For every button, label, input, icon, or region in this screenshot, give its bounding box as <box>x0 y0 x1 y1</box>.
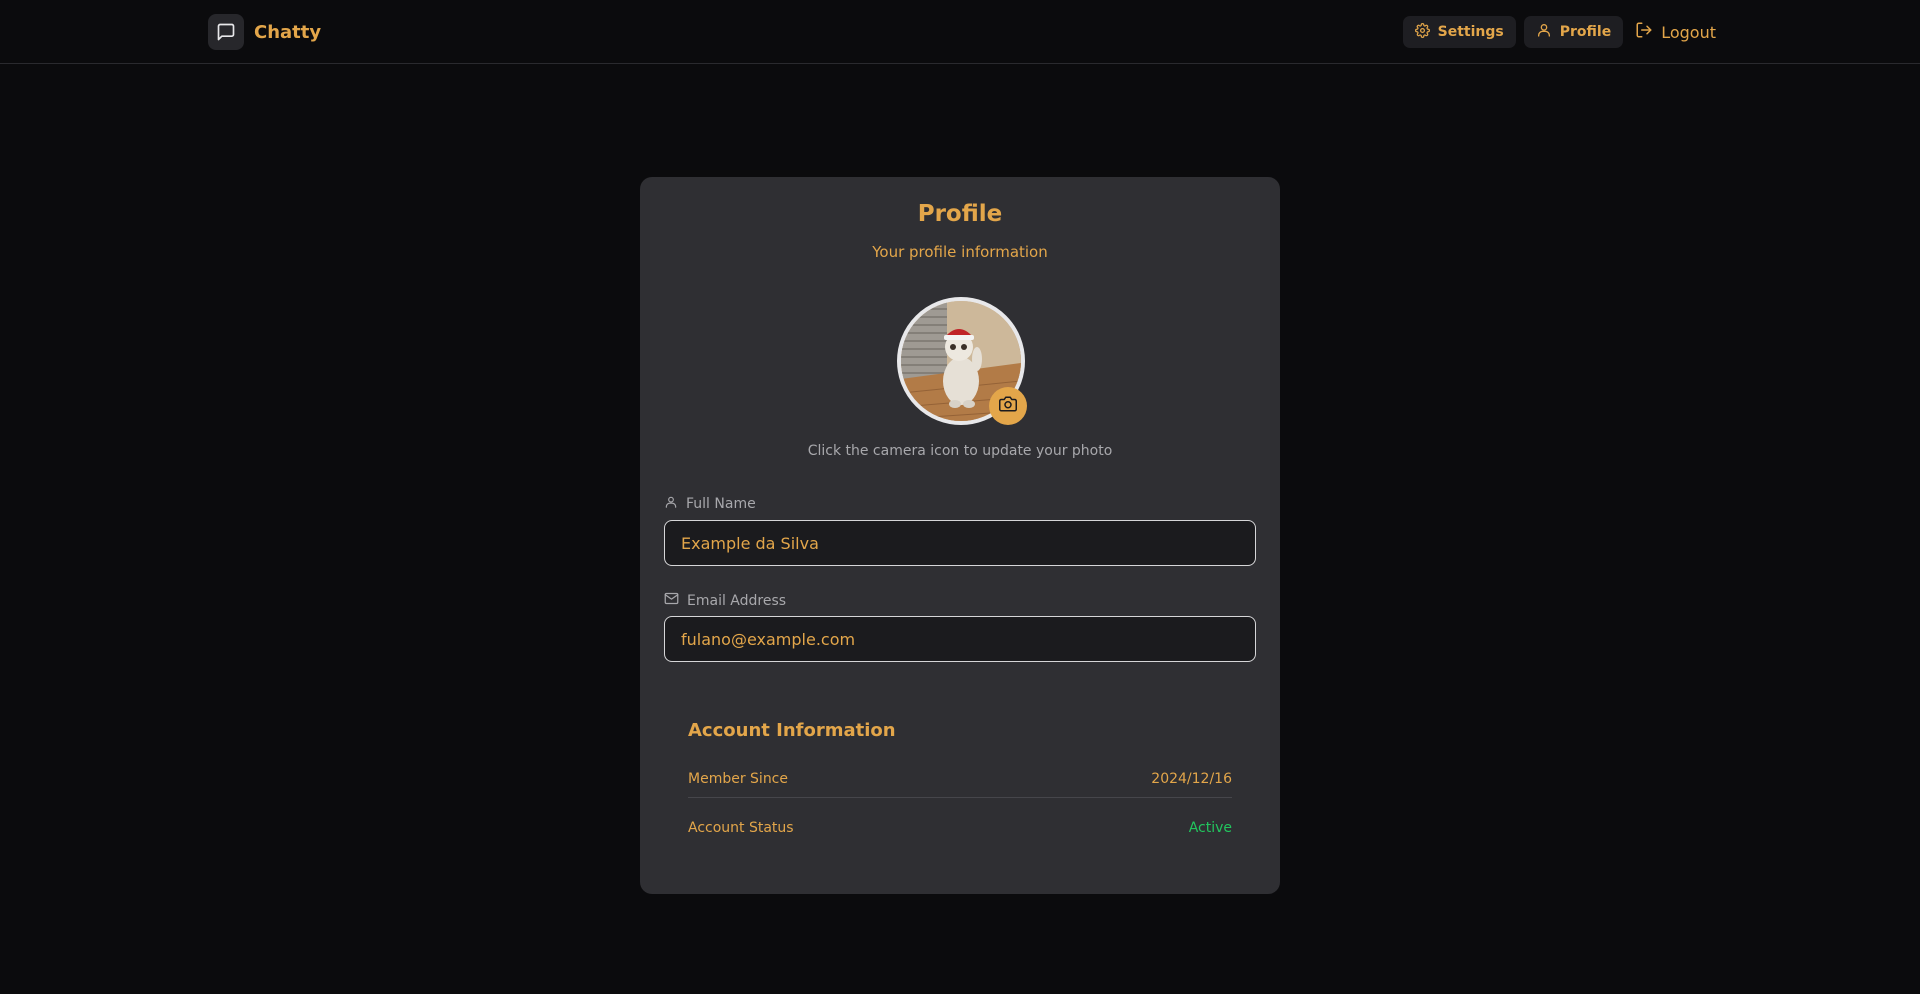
member-since-label: Member Since <box>688 771 788 787</box>
brand-name: Chatty <box>254 21 322 43</box>
settings-button[interactable]: Settings <box>1402 16 1516 48</box>
profile-label: Profile <box>1559 24 1612 40</box>
member-since-row: Member Since 2024/12/16 <box>688 767 1232 791</box>
logout-icon <box>1635 21 1653 43</box>
camera-icon <box>999 395 1017 417</box>
account-status-value: Active <box>1188 820 1232 836</box>
message-square-icon <box>208 14 244 50</box>
user-icon <box>664 495 678 513</box>
top-navbar: Chatty Settings Profile Logout <box>0 0 1920 64</box>
photo-hint: Click the camera icon to update your pho… <box>807 443 1113 459</box>
page-title: Profile <box>917 201 1003 227</box>
full-name-field[interactable] <box>664 520 1256 566</box>
logout-button[interactable]: Logout <box>1631 16 1720 48</box>
email-label: Email Address <box>664 591 786 610</box>
account-info-title: Account Information <box>688 720 896 741</box>
email-label-text: Email Address <box>687 592 787 609</box>
mail-icon <box>664 591 679 610</box>
profile-button[interactable]: Profile <box>1523 16 1624 48</box>
gear-icon <box>1414 22 1430 42</box>
avatar-container <box>897 297 1027 425</box>
full-name-label-text: Full Name <box>686 496 756 512</box>
user-icon <box>1536 22 1552 42</box>
full-name-label: Full Name <box>664 495 756 513</box>
member-since-value: 2024/12/16 <box>1151 771 1232 787</box>
account-status-row: Account Status Active <box>688 816 1232 840</box>
email-field[interactable] <box>664 616 1256 662</box>
camera-upload-button[interactable] <box>989 387 1027 425</box>
brand-link[interactable]: Chatty <box>208 14 321 50</box>
nav-actions: Settings Profile Logout <box>1402 15 1720 49</box>
divider <box>688 797 1232 798</box>
logout-label: Logout <box>1661 22 1716 42</box>
page-subtitle: Your profile information <box>872 243 1048 261</box>
settings-label: Settings <box>1437 24 1504 40</box>
profile-card: Profile Your profile information Click t… <box>640 177 1280 894</box>
account-status-label: Account Status <box>688 820 794 836</box>
